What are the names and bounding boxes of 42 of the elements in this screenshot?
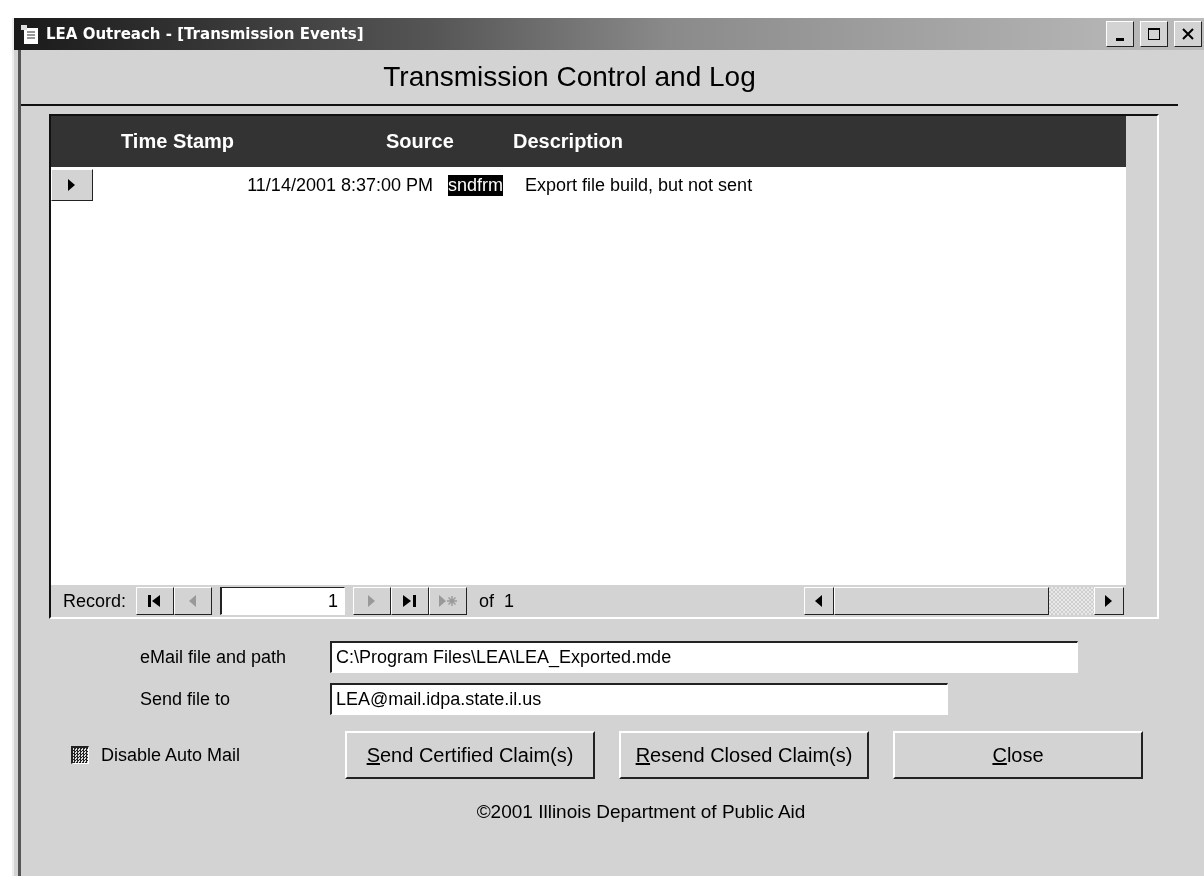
action-button[interactable]: Close: [893, 731, 1143, 779]
field-label: eMail file and path: [139, 646, 287, 668]
window-title: LEA Outreach - [Transmission Events]: [46, 25, 365, 43]
scrollbar-thumb[interactable]: [834, 587, 1049, 615]
current-row-icon: [68, 179, 76, 191]
record-nav-button[interactable]: [136, 587, 175, 615]
previous-record-icon: [189, 595, 198, 607]
text-field[interactable]: LEA@mail.idpa.state.il.us: [330, 683, 948, 715]
record-nav-button[interactable]: [391, 587, 430, 615]
first-record-icon: [148, 595, 163, 607]
document-icon: [20, 24, 40, 44]
maximize-icon: [1147, 27, 1161, 41]
action-button[interactable]: Resend Closed Claim(s): [619, 731, 869, 779]
scroll-left-button[interactable]: [804, 587, 834, 615]
next-record-icon: [368, 595, 377, 607]
new-record-icon: [439, 595, 458, 607]
checkbox[interactable]: [71, 746, 89, 764]
table-cell-text: Export file build, but not sent: [524, 174, 753, 196]
last-record-icon: [403, 595, 418, 607]
close-button[interactable]: [1174, 21, 1202, 47]
text-field[interactable]: C:\Program Files\LEA\LEA_Exported.mde: [330, 641, 1078, 673]
table-cell: sndfrm: [448, 174, 503, 196]
close-icon: [1181, 27, 1195, 41]
field-label: Send file to: [139, 688, 231, 710]
scroll-right-icon: [1105, 595, 1113, 607]
minimize-button[interactable]: [1106, 21, 1134, 47]
checkbox-label: Disable Auto Mail: [101, 744, 241, 766]
copyright-text: ©2001 Illinois Department of Public Aid: [475, 801, 807, 823]
table-cell: 11/14/2001 8:37:00 PM: [247, 174, 433, 196]
maximize-button[interactable]: [1140, 21, 1168, 47]
record-count: of 1: [479, 590, 515, 612]
column-header[interactable]: Source: [386, 130, 513, 153]
record-selector[interactable]: [51, 169, 93, 201]
form-title: Transmission Control and Log: [21, 50, 1178, 106]
action-button[interactable]: Send Certified Claim(s): [345, 731, 595, 779]
scroll-right-button[interactable]: [1094, 587, 1124, 615]
column-header[interactable]: Description: [513, 130, 1126, 153]
scroll-left-icon: [815, 595, 823, 607]
record-label: Record:: [63, 590, 127, 612]
minimize-icon: [1116, 37, 1124, 41]
record-number-field[interactable]: 1: [220, 587, 346, 615]
column-header[interactable]: Time Stamp: [121, 130, 386, 153]
